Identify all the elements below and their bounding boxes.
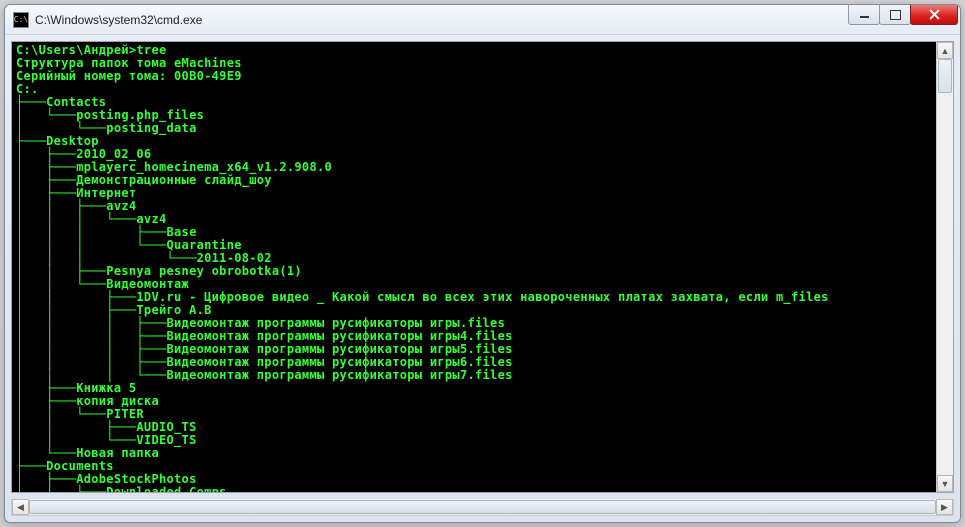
window-title: C:\Windows\system32\cmd.exe: [35, 13, 849, 27]
console-output[interactable]: C:\Users\Андрей>tree Структура папок том…: [12, 42, 936, 492]
cmd-icon: C:\: [13, 12, 29, 28]
cmd-window: C:\ C:\Windows\system32\cmd.exe C:\Users…: [4, 4, 961, 523]
scroll-up-arrow-icon[interactable]: ▲: [937, 42, 953, 59]
horizontal-scrollbar[interactable]: ◀ ▶: [11, 499, 954, 516]
hscroll-thumb[interactable]: [29, 500, 936, 514]
minimize-button[interactable]: [848, 5, 880, 25]
close-icon: [929, 9, 940, 20]
vertical-scrollbar[interactable]: ▲ ▼: [936, 42, 953, 492]
maximize-button[interactable]: [879, 5, 911, 25]
vscroll-thumb[interactable]: [938, 59, 952, 93]
hscroll-track[interactable]: [29, 499, 936, 515]
scroll-right-arrow-icon[interactable]: ▶: [936, 499, 953, 515]
window-controls: [849, 5, 960, 34]
scroll-down-arrow-icon[interactable]: ▼: [937, 475, 953, 492]
vscroll-track[interactable]: [937, 59, 953, 475]
close-button[interactable]: [910, 5, 958, 25]
titlebar[interactable]: C:\ C:\Windows\system32\cmd.exe: [5, 5, 960, 35]
scroll-left-arrow-icon[interactable]: ◀: [12, 499, 29, 515]
client-area: C:\Users\Андрей>tree Структура папок том…: [11, 41, 954, 493]
